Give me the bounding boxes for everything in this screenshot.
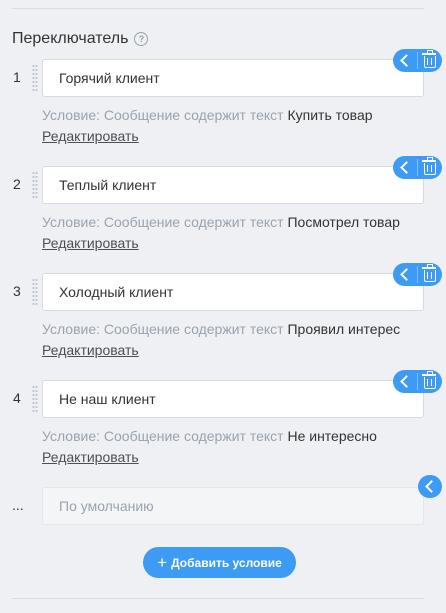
- collapse-button[interactable]: [393, 49, 417, 72]
- delete-button[interactable]: [418, 263, 442, 286]
- drag-handle-icon[interactable]: [32, 278, 38, 306]
- edit-link[interactable]: Редактировать: [42, 449, 139, 465]
- condition-name-input[interactable]: Теплый клиент: [42, 166, 424, 204]
- add-condition-label: Добавить условие: [171, 555, 282, 570]
- condition-controls: [393, 156, 442, 179]
- condition-name-input[interactable]: Не наш клиент: [42, 380, 424, 418]
- condition-number: 2: [13, 176, 21, 192]
- default-condition-controls: [418, 475, 442, 498]
- condition-prefix: Условие: Сообщение содержит текст: [42, 214, 284, 230]
- chevron-left-icon: [400, 268, 413, 281]
- delete-button[interactable]: [418, 49, 442, 72]
- condition-description: Условие: Сообщение содержит текст Посмот…: [42, 214, 400, 230]
- condition-text: Проявил интерес: [287, 321, 401, 337]
- bottom-divider: [12, 598, 424, 599]
- edit-link[interactable]: Редактировать: [42, 342, 139, 358]
- condition-description: Условие: Сообщение содержит текст Купить…: [42, 107, 373, 123]
- condition-text: Не интересно: [287, 428, 377, 444]
- condition-text: Купить товар: [287, 107, 373, 123]
- trash-icon: [422, 371, 436, 389]
- condition-prefix: Условие: Сообщение содержит текст: [42, 107, 284, 123]
- drag-handle-icon[interactable]: [32, 64, 38, 92]
- collapse-button[interactable]: [393, 370, 417, 393]
- top-divider: [12, 8, 424, 9]
- drag-handle-icon[interactable]: [32, 385, 38, 413]
- trash-icon: [422, 264, 436, 282]
- add-condition-button[interactable]: + Добавить условие: [143, 547, 296, 578]
- condition-number: 4: [13, 390, 21, 406]
- condition-prefix: Условие: Сообщение содержит текст: [42, 321, 284, 337]
- condition-prefix: Условие: Сообщение содержит текст: [42, 428, 284, 444]
- condition-number: 3: [13, 283, 21, 299]
- chevron-left-icon: [425, 480, 438, 493]
- chevron-left-icon: [400, 375, 413, 388]
- delete-button[interactable]: [418, 156, 442, 179]
- default-row-marker: ...: [12, 497, 24, 513]
- condition-description: Условие: Сообщение содержит текст Не инт…: [42, 428, 377, 444]
- condition-description: Условие: Сообщение содержит текст Прояви…: [42, 321, 400, 337]
- condition-name-input[interactable]: Холодный клиент: [42, 273, 424, 311]
- drag-handle-icon[interactable]: [32, 171, 38, 199]
- section-title-label: Переключатель: [12, 30, 129, 47]
- default-condition-input[interactable]: По умолчанию: [42, 487, 424, 525]
- collapse-button[interactable]: [418, 475, 442, 498]
- section-title: Переключатель ?: [12, 30, 149, 48]
- condition-number: 1: [13, 69, 21, 85]
- condition-name-input[interactable]: Горячий клиент: [42, 59, 424, 97]
- edit-link[interactable]: Редактировать: [42, 235, 139, 251]
- condition-controls: [393, 49, 442, 72]
- collapse-button[interactable]: [393, 156, 417, 179]
- condition-controls: [393, 263, 442, 286]
- trash-icon: [422, 157, 436, 175]
- help-icon[interactable]: ?: [134, 32, 149, 46]
- edit-link[interactable]: Редактировать: [42, 128, 139, 144]
- trash-icon: [422, 50, 436, 68]
- condition-controls: [393, 370, 442, 393]
- delete-button[interactable]: [418, 370, 442, 393]
- plus-icon: +: [157, 552, 168, 572]
- condition-text: Посмотрел товар: [287, 214, 400, 230]
- collapse-button[interactable]: [393, 263, 417, 286]
- chevron-left-icon: [400, 54, 413, 67]
- chevron-left-icon: [400, 161, 413, 174]
